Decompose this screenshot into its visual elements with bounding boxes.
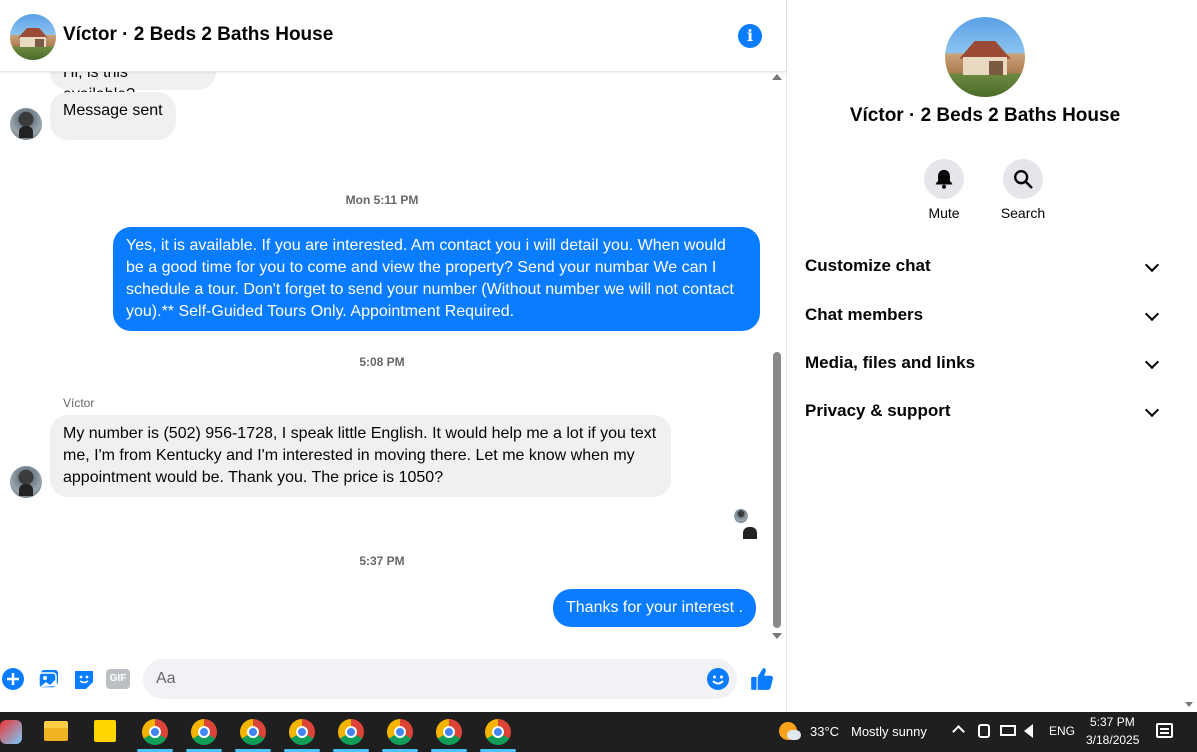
like-thumb-icon[interactable] [749, 666, 775, 692]
sender-avatar[interactable] [10, 466, 42, 498]
photo-icon[interactable] [37, 667, 61, 691]
timestamp: 5:37 PM [359, 554, 405, 568]
plus-icon[interactable] [1, 667, 25, 691]
input-language[interactable]: ENG [1049, 724, 1075, 738]
emoji-icon[interactable] [706, 667, 730, 691]
scroll-down-arrow-icon[interactable] [772, 633, 782, 639]
notifications-icon[interactable] [1156, 723, 1173, 738]
file-explorer-icon[interactable] [44, 721, 68, 741]
clock-date[interactable]: 3/18/2025 [1086, 733, 1139, 747]
pinned-app-icon[interactable] [0, 720, 22, 744]
conversation-title[interactable]: Víctor · 2 Beds 2 Baths House [63, 24, 333, 46]
chrome-profile-icon[interactable] [338, 719, 364, 745]
scroll-up-arrow-icon[interactable] [772, 74, 782, 80]
message-composer: GIF [0, 655, 786, 705]
chrome-profile-icon[interactable] [191, 719, 217, 745]
conversation-details-panel: Víctor · 2 Beds 2 Baths House Mute Searc… [786, 0, 1182, 712]
bell-icon [935, 169, 953, 189]
chevron-down-icon [1144, 306, 1160, 322]
panel-title: Víctor · 2 Beds 2 Baths House [849, 105, 1121, 126]
weather-condition[interactable]: Mostly sunny [851, 724, 927, 739]
chat-scrollbar[interactable] [770, 72, 784, 645]
section-label: Customize chat [805, 256, 931, 275]
chevron-up-icon[interactable] [952, 725, 965, 738]
chrome-profile-icon[interactable] [436, 719, 462, 745]
section-label: Media, files and links [805, 353, 976, 372]
search-label: Search [1000, 205, 1046, 221]
outgoing-message: Thanks for your interest . [553, 589, 756, 627]
chat-header: Víctor · 2 Beds 2 Baths House i [0, 0, 786, 72]
meet-now-icon[interactable] [978, 724, 990, 738]
search-button[interactable] [1003, 159, 1043, 199]
section-label: Privacy & support [805, 401, 951, 420]
section-label: Chat members [805, 305, 924, 324]
timestamp: Mon 5:11 PM [345, 193, 419, 207]
section-privacy-support[interactable]: Privacy & support [805, 391, 1165, 431]
sender-name: Víctor [63, 396, 95, 410]
section-customize-chat[interactable]: Customize chat [805, 246, 1165, 286]
page-scrollbar[interactable] [1182, 0, 1197, 712]
chevron-down-icon [1144, 257, 1160, 273]
section-chat-members[interactable]: Chat members [805, 295, 1165, 335]
clock-time[interactable]: 5:37 PM [1090, 715, 1135, 729]
chrome-icon[interactable] [142, 719, 168, 745]
volume-icon[interactable] [1024, 724, 1033, 738]
scroll-thumb[interactable] [773, 352, 781, 628]
panel-avatar[interactable] [945, 17, 1025, 97]
weather-sun-icon[interactable] [779, 722, 801, 742]
mute-button[interactable] [924, 159, 964, 199]
windows-taskbar: 33°C Mostly sunny ENG 5:37 PM 3/18/2025 [0, 712, 1197, 752]
outgoing-message: Yes, it is available. If you are interes… [113, 227, 760, 331]
section-media-files-links[interactable]: Media, files and links [805, 343, 1165, 383]
search-icon [1014, 170, 1033, 189]
weather-temperature[interactable]: 33°C [810, 724, 839, 739]
sticker-icon[interactable] [72, 667, 96, 691]
chrome-profile-icon[interactable] [240, 719, 266, 745]
message-sent-bubble: Message sent [50, 92, 176, 140]
chevron-down-icon [1144, 402, 1160, 418]
message-list: Hi, is this available? Message sent Mon … [0, 72, 770, 645]
chrome-profile-icon[interactable] [387, 719, 413, 745]
sticky-notes-icon[interactable] [94, 720, 116, 742]
sender-avatar[interactable] [10, 108, 42, 140]
conversation-avatar[interactable] [10, 14, 56, 60]
gif-icon[interactable]: GIF [106, 669, 130, 689]
incoming-message-partial: Hi, is this available? [50, 72, 216, 103]
chevron-down-icon [1144, 354, 1160, 370]
mute-label: Mute [928, 205, 960, 221]
message-input[interactable] [143, 659, 737, 699]
timestamp: 5:08 PM [359, 355, 405, 369]
chrome-profile-icon[interactable] [485, 719, 511, 745]
chrome-profile-icon[interactable] [289, 719, 315, 745]
scroll-down-arrow-icon[interactable] [1185, 702, 1193, 707]
network-icon[interactable] [1000, 725, 1016, 736]
read-receipt-avatar [734, 509, 757, 539]
info-icon[interactable]: i [738, 24, 762, 48]
incoming-message: My number is (502) 956-1728, I speak lit… [50, 415, 671, 497]
